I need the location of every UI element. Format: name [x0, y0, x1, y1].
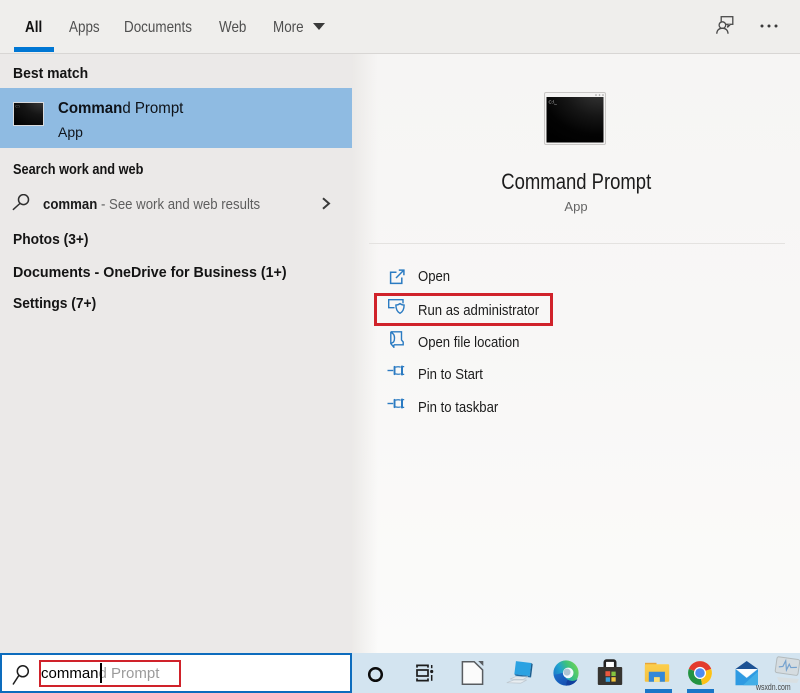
- svg-text:C:\_: C:\_: [549, 100, 558, 105]
- svg-text:C:\: C:\: [15, 105, 20, 109]
